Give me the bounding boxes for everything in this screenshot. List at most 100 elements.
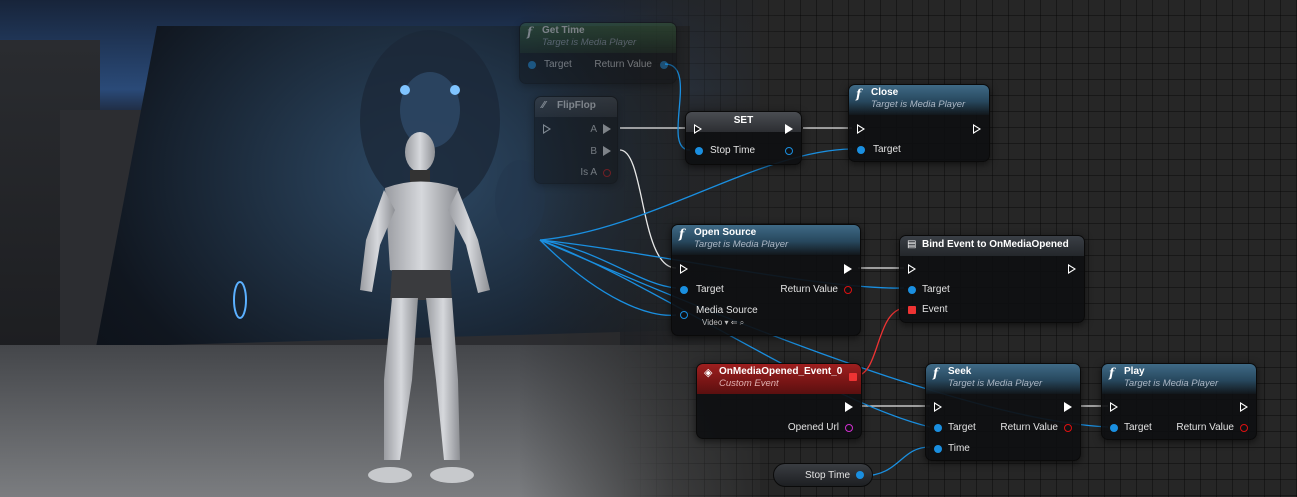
stop-time-variable-label: Stop Time	[805, 470, 851, 481]
seek-target-label: Target	[948, 422, 976, 433]
seek-return-label: Return Value	[1000, 422, 1058, 433]
set-exec-in[interactable]	[694, 124, 702, 134]
media-source-combo[interactable]: Video ▾ ⇐ ⌕	[702, 318, 744, 328]
stop-time-variable-pin[interactable]	[856, 471, 864, 479]
bind-event-event-label: Event	[922, 304, 948, 315]
close-exec-out[interactable]	[973, 124, 981, 134]
function-icon: f	[527, 25, 533, 39]
play-node[interactable]: f Play Target is Media Player Target Ret…	[1101, 363, 1257, 440]
play-return-label: Return Value	[1176, 422, 1234, 433]
open-source-title: Open Source	[694, 227, 757, 238]
function-icon: f	[679, 227, 685, 241]
custom-event-title: OnMediaOpened_Event_0	[719, 366, 843, 377]
close-subtitle: Target is Media Player	[871, 99, 966, 110]
open-source-exec-in[interactable]	[680, 264, 688, 274]
flipflop-a-label: A	[590, 124, 597, 135]
get-time-target-label: Target	[544, 59, 572, 70]
wire-event-delegate	[854, 307, 905, 377]
seek-subtitle: Target is Media Player	[948, 378, 1043, 389]
stop-time-variable-node[interactable]: Stop Time	[773, 463, 873, 487]
set-exec-out[interactable]	[785, 124, 793, 134]
custom-event-exec-out[interactable]	[845, 402, 853, 412]
close-node[interactable]: f Close Target is Media Player Target	[848, 84, 990, 162]
function-icon: f	[856, 87, 862, 101]
custom-event-opened-url-pin[interactable]	[845, 424, 853, 432]
play-title: Play	[1124, 366, 1145, 377]
flipflop-header: ⁄⁄ FlipFlop	[535, 97, 617, 117]
wire-player-to-open	[539, 239, 677, 289]
open-source-header: f Open Source Target is Media Player	[672, 225, 860, 255]
seek-header: f Seek Target is Media Player	[926, 364, 1080, 394]
open-source-media-source-label: Media Source	[696, 305, 758, 316]
set-stop-time-pin[interactable]	[695, 147, 703, 155]
wire-flipflop-b-to-open	[619, 149, 677, 269]
custom-event-node[interactable]: ◈ OnMediaOpened_Event_0 Custom Event Ope…	[696, 363, 862, 439]
get-time-target-pin[interactable]	[528, 61, 536, 69]
close-target-label: Target	[873, 144, 901, 155]
flipflop-a-pin[interactable]	[603, 124, 611, 134]
play-header: f Play Target is Media Player	[1102, 364, 1256, 394]
play-target-pin[interactable]	[1110, 424, 1118, 432]
get-time-title: Get Time	[542, 25, 585, 36]
set-output-pin[interactable]	[785, 147, 793, 155]
set-title: SET	[733, 115, 754, 126]
seek-exec-out[interactable]	[1064, 402, 1072, 412]
seek-return-pin[interactable]	[1064, 424, 1072, 432]
flipflop-is-a-label: Is A	[580, 167, 597, 178]
seek-time-label: Time	[948, 443, 970, 454]
open-source-node[interactable]: f Open Source Target is Media Player Tar…	[671, 224, 861, 336]
flipflop-b-pin[interactable]	[603, 146, 611, 156]
seek-node[interactable]: f Seek Target is Media Player Target Ret…	[925, 363, 1081, 461]
flipflop-node[interactable]: ⁄⁄ FlipFlop A B Is A	[534, 96, 618, 184]
bind-event-node[interactable]: ▤ Bind Event to OnMediaOpened Target Eve…	[899, 235, 1085, 323]
media-source-value: Video	[702, 318, 723, 327]
play-exec-in[interactable]	[1110, 402, 1118, 412]
play-return-pin[interactable]	[1240, 424, 1248, 432]
bind-event-target-pin[interactable]	[908, 286, 916, 294]
wire-source-to-open	[539, 239, 677, 316]
get-time-return-pin[interactable]	[660, 61, 668, 69]
flipflop-b-label: B	[590, 146, 597, 157]
seek-exec-in[interactable]	[934, 402, 942, 412]
get-time-return-label: Return Value	[594, 59, 652, 70]
close-header: f Close Target is Media Player	[849, 85, 989, 115]
bind-event-icon: ▤	[907, 239, 917, 250]
close-target-pin[interactable]	[857, 146, 865, 154]
custom-event-header: ◈ OnMediaOpened_Event_0 Custom Event	[697, 364, 861, 394]
play-target-label: Target	[1124, 422, 1152, 433]
custom-event-opened-url-label: Opened Url	[787, 422, 839, 433]
bind-event-header: ▤ Bind Event to OnMediaOpened	[900, 236, 1084, 256]
seek-time-pin[interactable]	[934, 445, 942, 453]
bind-event-exec-out[interactable]	[1068, 264, 1076, 274]
bind-event-title: Bind Event to OnMediaOpened	[922, 239, 1069, 250]
open-source-return-pin[interactable]	[844, 286, 852, 294]
open-source-target-pin[interactable]	[680, 286, 688, 294]
seek-title: Seek	[948, 366, 972, 377]
bind-event-target-label: Target	[922, 284, 950, 295]
flipflop-is-a-pin[interactable]	[603, 169, 611, 177]
flipflop-exec-in[interactable]	[543, 124, 551, 134]
function-icon: f	[933, 366, 939, 380]
bind-event-exec-in[interactable]	[908, 264, 916, 274]
open-source-subtitle: Target is Media Player	[694, 239, 789, 250]
get-time-header: f Get Time Target is Media Player	[520, 23, 676, 53]
event-diamond-icon: ◈	[704, 366, 713, 379]
seek-target-pin[interactable]	[934, 424, 942, 432]
custom-event-subtitle: Custom Event	[719, 378, 779, 389]
flipflop-title: FlipFlop	[557, 100, 596, 111]
open-source-exec-out[interactable]	[844, 264, 852, 274]
open-source-return-label: Return Value	[780, 284, 838, 295]
open-source-target-label: Target	[696, 284, 724, 295]
close-title: Close	[871, 87, 899, 98]
open-source-media-source-pin[interactable]	[680, 311, 688, 319]
play-subtitle: Target is Media Player	[1124, 378, 1219, 389]
custom-event-delegate-pin[interactable]	[849, 373, 857, 381]
get-time-node[interactable]: f Get Time Target is Media Player Target…	[519, 22, 677, 84]
bind-event-event-pin[interactable]	[908, 306, 916, 314]
close-exec-in[interactable]	[857, 124, 865, 134]
set-stop-time-label: Stop Time	[710, 145, 756, 156]
get-time-subtitle: Target is Media Player	[542, 37, 637, 48]
function-icon: f	[1109, 366, 1115, 380]
play-exec-out[interactable]	[1240, 402, 1248, 412]
set-node[interactable]: SET Stop Time	[685, 111, 802, 165]
